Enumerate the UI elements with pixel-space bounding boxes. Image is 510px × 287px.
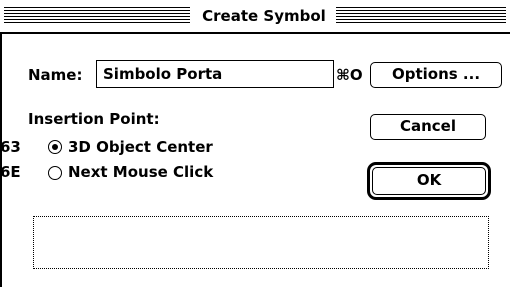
- name-label: Name:: [28, 66, 83, 84]
- ok-button[interactable]: OK: [367, 162, 491, 200]
- radio-next-mouse-click[interactable]: [48, 166, 62, 180]
- options-button[interactable]: Options ...: [370, 62, 502, 88]
- window-frame-edge: [0, 34, 2, 287]
- dialog-title: Create Symbol: [196, 6, 332, 26]
- insertion-point-heading: Insertion Point:: [28, 110, 160, 128]
- radio-label-3d-object-center[interactable]: 3D Object Center: [68, 138, 213, 156]
- symbol-name-input[interactable]: [96, 60, 334, 88]
- title-bar[interactable]: Create Symbol: [0, 0, 510, 34]
- radio-label-next-mouse-click[interactable]: Next Mouse Click: [68, 163, 213, 181]
- message-box: [33, 216, 489, 269]
- ok-button-label: OK: [372, 167, 486, 195]
- title-bar-stripes-right: [336, 7, 506, 25]
- name-shortcut: ⌘O: [336, 66, 363, 84]
- cancel-button[interactable]: Cancel: [370, 114, 486, 140]
- title-bar-stripes-left: [4, 7, 190, 25]
- radio-shortcut-next-click: 6E: [0, 163, 21, 181]
- radio-3d-object-center[interactable]: [48, 140, 62, 154]
- radio-shortcut-center: 63: [0, 138, 21, 156]
